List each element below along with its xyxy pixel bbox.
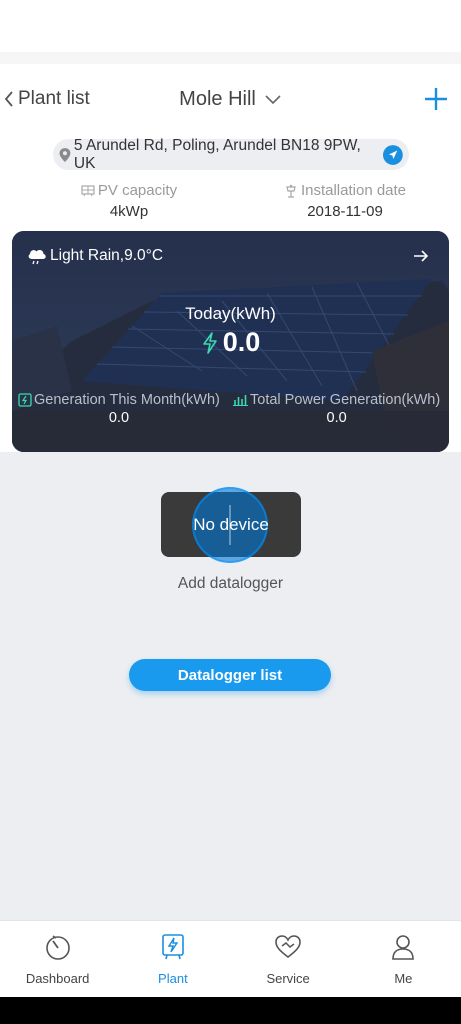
today-label: Today(kWh)	[185, 304, 276, 323]
tab-dashboard[interactable]: Dashboard	[0, 921, 115, 997]
tab-service[interactable]: Service	[231, 921, 346, 997]
today-generation: 0.0	[12, 327, 449, 358]
weather-text: Light Rain,9.0°C	[50, 247, 164, 264]
plant-icon	[162, 934, 184, 960]
battery-charge-icon	[18, 393, 32, 407]
location-pin-icon	[59, 147, 71, 162]
tab-label: Dashboard	[25, 971, 90, 986]
month-label: Generation This Month(kWh)	[34, 392, 220, 408]
plant-selector[interactable]: Mole Hill	[0, 88, 461, 111]
install-date-label: Installation date	[300, 182, 407, 199]
bottom-tab-bar: Dashboard Plant Service Me	[0, 920, 461, 997]
pv-capacity-label: PV capacity	[97, 182, 178, 199]
month-generation: Generation This Month(kWh) 0.0	[18, 392, 220, 426]
tab-label: Plant	[158, 971, 188, 986]
me-icon	[392, 935, 415, 960]
today-value: 0.0	[222, 327, 261, 357]
no-device-toast: No device	[193, 514, 269, 534]
tab-plant[interactable]: Plant	[115, 921, 230, 997]
top-bar: Plant list Mole Hill	[0, 64, 461, 138]
plant-name: Mole Hill	[179, 88, 256, 110]
total-generation: Total Power Generation(kWh) 0.0	[233, 392, 440, 426]
tab-label: Me	[394, 971, 413, 986]
navigate-icon[interactable]	[383, 144, 403, 165]
datalogger-list-button[interactable]: Datalogger list	[129, 659, 331, 691]
divider	[0, 52, 461, 64]
add-datalogger-link[interactable]: Add datalogger	[0, 575, 461, 593]
install-date-value: 2018-11-09	[307, 203, 383, 220]
total-value: 0.0	[326, 410, 347, 426]
address-bar[interactable]: 5 Arundel Rd, Poling, Arundel BN18 9PW, …	[53, 136, 409, 172]
total-label: Total Power Generation(kWh)	[250, 392, 441, 408]
lightning-icon	[202, 331, 217, 354]
panel-icon	[81, 184, 95, 196]
installation-date: Installation date 2018-11-09	[245, 182, 445, 220]
pv-capacity: PV capacity 4kWp	[29, 182, 229, 220]
dashboard-icon	[45, 935, 70, 960]
tab-me[interactable]: Me	[346, 921, 461, 997]
service-icon	[275, 935, 301, 959]
arrow-right-icon[interactable]	[413, 249, 429, 263]
weather-info: Light Rain,9.0°C	[26, 245, 163, 267]
system-nav-bar	[0, 997, 461, 1024]
tab-label: Service	[266, 971, 310, 986]
generation-card[interactable]: Light Rain,9.0°C Today(kWh) 0.0 Generati…	[12, 231, 449, 452]
status-bar	[0, 0, 461, 52]
plus-icon	[425, 88, 447, 110]
pv-capacity-value: 4kWp	[109, 203, 149, 220]
address-text: 5 Arundel Rd, Poling, Arundel BN18 9PW, …	[73, 136, 361, 172]
install-icon	[286, 184, 296, 198]
cloud-rain-icon	[28, 250, 46, 265]
month-value: 0.0	[108, 410, 130, 426]
add-plant-button[interactable]	[423, 86, 449, 117]
bar-chart-icon	[233, 395, 248, 406]
chevron-down-icon	[265, 94, 281, 104]
